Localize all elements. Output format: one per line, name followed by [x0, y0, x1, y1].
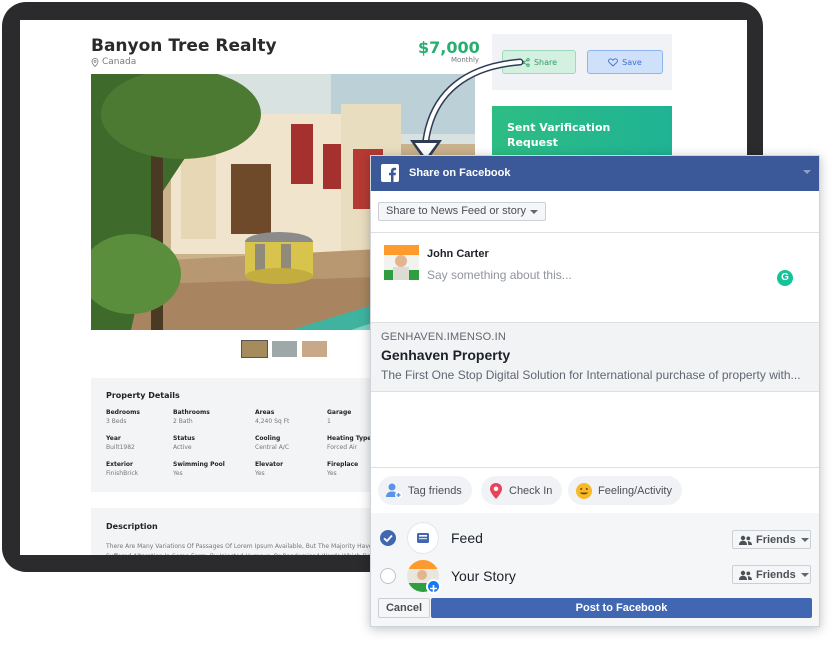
avatar	[384, 245, 419, 280]
detail-heating: Heating Type Forced Air	[327, 435, 372, 451]
divider	[371, 467, 819, 468]
description-section: Description There Are Many Variations Of…	[91, 508, 391, 555]
tag-friends-button[interactable]: Tag friends	[378, 476, 472, 505]
location-pin-icon	[490, 482, 502, 499]
smiley-icon	[576, 482, 592, 499]
location-text: Canada	[102, 57, 137, 67]
detail-pool: Swimming Pool Yes	[173, 461, 225, 477]
listing-title: Banyon Tree Realty	[91, 36, 277, 56]
add-story-icon	[426, 579, 441, 594]
description-text: There Are Many Variations Of Passages Of…	[106, 543, 378, 555]
dialog-title: Share on Facebook	[409, 167, 511, 179]
composer-input[interactable]: Say something about this...	[427, 268, 572, 282]
thumbnail[interactable]	[241, 340, 268, 358]
story-checkbox[interactable]	[380, 568, 396, 584]
heart-icon	[608, 57, 619, 67]
listing-price: $7,000	[418, 38, 480, 57]
feed-label: Feed	[451, 530, 483, 546]
link-description: The First One Stop Digital Solution for …	[381, 368, 801, 382]
grammarly-icon[interactable]: G	[777, 270, 793, 286]
link-domain: GENHAVEN.IMENSO.IN	[381, 331, 507, 343]
detail-elevator: Elevator Yes	[255, 461, 284, 477]
facebook-share-dialog: Share on Facebook Share to News Feed or …	[370, 155, 820, 627]
share-label: Share	[533, 57, 558, 67]
story-audience-value: Friends	[756, 568, 796, 581]
check-in-button[interactable]: Check In	[481, 476, 563, 505]
chevron-down-icon[interactable]	[803, 170, 811, 174]
detail-fireplace: Fireplace Yes	[327, 461, 359, 477]
feed-checkbox[interactable]	[380, 530, 396, 546]
friends-icon	[739, 570, 752, 580]
dropdown-arrow-icon	[530, 210, 538, 214]
detail-exterior: Exterior FinishBrick	[106, 461, 139, 477]
detail-bedrooms: Bedrooms 3 Beds	[106, 409, 140, 425]
post-to-facebook-button[interactable]: Post to Facebook	[431, 598, 812, 618]
photo-thumbnails	[241, 340, 327, 358]
link-title: Genhaven Property	[381, 347, 511, 363]
detail-bathrooms: Bathrooms 2 Bath	[173, 409, 210, 425]
share-button[interactable]: Share	[502, 50, 576, 74]
dialog-header: Share on Facebook	[371, 156, 819, 191]
details-heading: Property Details	[106, 391, 180, 400]
detail-year: Year Built1982	[106, 435, 135, 451]
detail-areas: Areas 4,240 Sq Ft	[255, 409, 290, 425]
detail-status: Status Active	[173, 435, 195, 451]
link-preview[interactable]: GENHAVEN.IMENSO.IN Genhaven Property The…	[371, 322, 819, 392]
detail-garage: Garage 1	[327, 409, 352, 425]
property-details: Property Details Bedrooms 3 Beds Bathroom…	[91, 378, 391, 492]
dropdown-arrow-icon	[800, 572, 809, 577]
share-icon	[521, 57, 530, 67]
story-label: Your Story	[451, 568, 516, 584]
share-target-value: Share to News Feed or story	[386, 205, 527, 217]
thumbnail[interactable]	[272, 341, 297, 357]
feed-audience-select[interactable]: Friends	[732, 530, 811, 549]
description-heading: Description	[106, 522, 158, 531]
price-period: Monthly	[451, 56, 480, 64]
feeling-activity-button[interactable]: Feeling/Activity	[568, 476, 682, 505]
divider	[371, 232, 819, 233]
dropdown-arrow-icon	[800, 537, 809, 542]
user-name: John Carter	[427, 248, 489, 260]
save-button[interactable]: Save	[587, 50, 663, 74]
news-feed-icon	[407, 522, 439, 554]
detail-cooling: Cooling Central A/C	[255, 435, 290, 451]
cancel-button[interactable]: Cancel	[378, 598, 430, 618]
facebook-logo-icon	[381, 164, 399, 182]
feeling-activity-label: Feeling/Activity	[598, 484, 672, 497]
save-label: Save	[622, 57, 642, 67]
check-in-label: Check In	[509, 484, 553, 497]
checkmark-icon	[383, 534, 393, 543]
friends-icon	[739, 535, 752, 545]
tag-friends-icon	[386, 483, 402, 498]
share-target-select[interactable]: Share to News Feed or story	[378, 202, 546, 221]
listing-location: Canada	[91, 57, 136, 67]
location-pin-icon	[91, 57, 99, 67]
feed-audience-value: Friends	[756, 533, 796, 546]
story-audience-select[interactable]: Friends	[732, 565, 811, 584]
thumbnail[interactable]	[302, 341, 327, 357]
tag-friends-label: Tag friends	[408, 484, 462, 497]
